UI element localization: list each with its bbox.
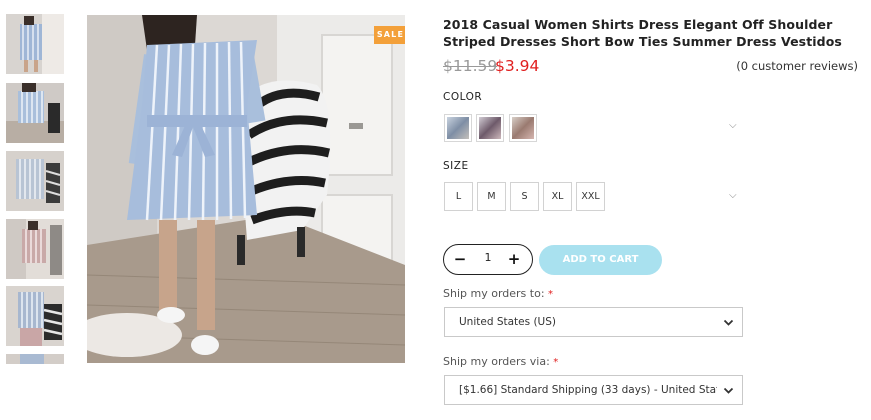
color-swatch-1[interactable] [444, 114, 472, 142]
chevron-down-icon [723, 319, 734, 326]
increase-quantity-button[interactable]: + [504, 249, 524, 269]
color-swatch-3[interactable] [509, 114, 537, 142]
size-option-xl[interactable]: XL [543, 182, 572, 211]
ship-to-label: Ship my orders to: * [443, 287, 553, 300]
quantity-stepper: − 1 + [443, 244, 533, 275]
ship-to-label-text: Ship my orders to: [443, 287, 545, 300]
swatch-image [512, 117, 534, 139]
swatch-image [447, 117, 469, 139]
color-swatch-2[interactable] [476, 114, 504, 142]
customer-reviews-link[interactable]: (0 customer reviews) [736, 59, 858, 73]
thumbnail-6[interactable] [6, 354, 64, 364]
chevron-down-icon [723, 387, 734, 394]
size-label: SIZE [443, 160, 469, 172]
thumbnail-3[interactable] [6, 151, 64, 211]
thumbnail-5[interactable] [6, 286, 64, 346]
size-option-l[interactable]: L [444, 182, 473, 211]
ship-to-select[interactable]: United States (US) [444, 307, 743, 337]
ship-via-value: [$1.66] Standard Shipping (33 days) - Un… [459, 384, 717, 396]
required-marker: * [548, 289, 554, 300]
required-marker: * [553, 357, 559, 368]
size-option-s[interactable]: S [510, 182, 539, 211]
size-option-m[interactable]: M [477, 182, 506, 211]
color-label: COLOR [443, 91, 483, 103]
ship-via-label: Ship my orders via: * [443, 355, 558, 368]
thumbnail-1[interactable] [6, 14, 64, 74]
sale-price: $3.94 [495, 57, 540, 75]
ship-to-value: United States (US) [459, 316, 556, 328]
swatch-image [479, 117, 501, 139]
ship-via-label-text: Ship my orders via: [443, 355, 550, 368]
decrease-quantity-button[interactable]: − [450, 249, 470, 269]
thumbnail-4[interactable] [6, 219, 64, 279]
color-chevron-down-icon[interactable]: ⌵ [729, 120, 737, 131]
size-option-xxl[interactable]: XXL [576, 182, 605, 211]
ship-via-select[interactable]: [$1.66] Standard Shipping (33 days) - Un… [444, 375, 743, 405]
add-to-cart-button[interactable]: ADD TO CART [539, 245, 662, 275]
size-chevron-down-icon[interactable]: ⌵ [729, 190, 737, 201]
sale-badge: SALE [374, 26, 405, 44]
product-title: 2018 Casual Women Shirts Dress Elegant O… [443, 17, 842, 49]
thumbnail-2[interactable] [6, 83, 64, 143]
main-product-image[interactable]: SALE [87, 15, 405, 363]
quantity-value[interactable]: 1 [480, 251, 496, 264]
old-price: $11.59 [443, 57, 498, 75]
